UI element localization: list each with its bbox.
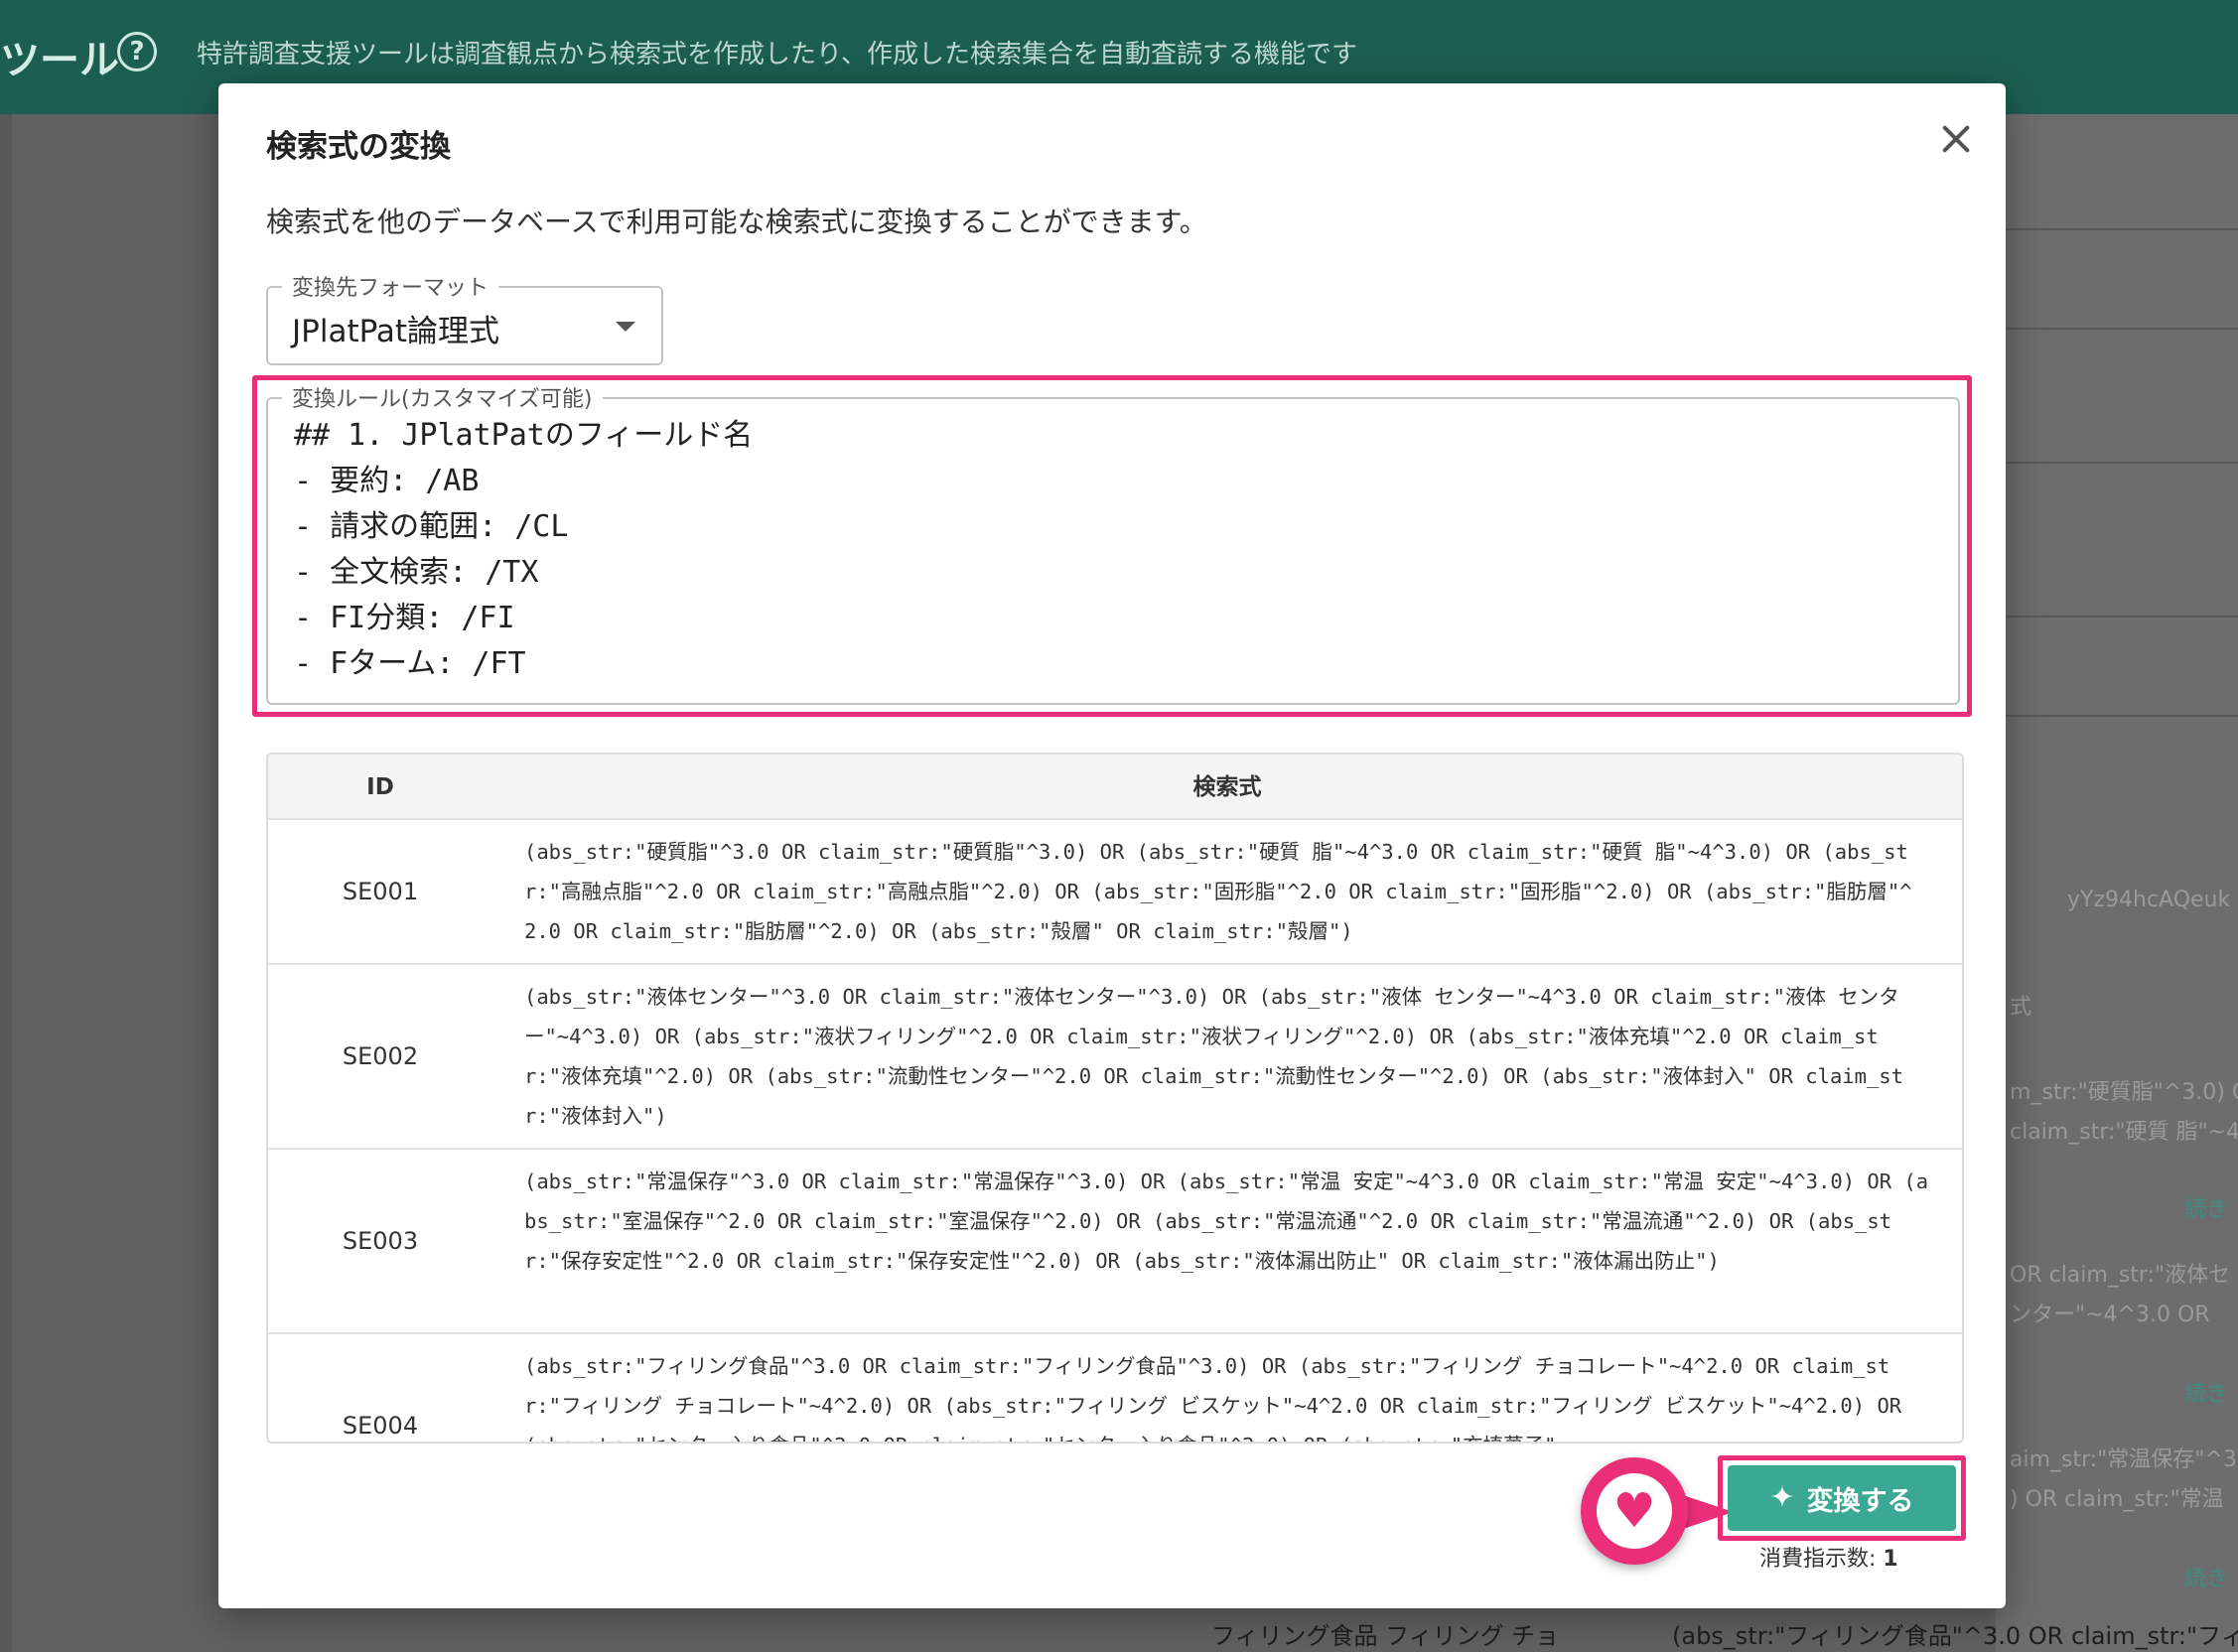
panel-snippet: m_str:"硬質脂"^3.0) C — [2010, 1080, 2238, 1105]
format-select[interactable]: 変換先フォーマット JPlatPat論理式 — [266, 270, 663, 365]
column-header-query: 検索式 — [1192, 774, 1262, 800]
panel-snippet: ンター"~4^3.0 OR — [2010, 1303, 2210, 1327]
question-circle-icon[interactable]: ? — [117, 32, 157, 71]
rules-label: 変換ルール(カスタマイズ可能) — [282, 381, 603, 413]
convert-button-label: 変換する — [1806, 1485, 1914, 1517]
row-id: SE002 — [342, 1042, 419, 1070]
table-row: SE001 (abs_str:"硬質脂"^3.0 OR claim_str:"硬… — [268, 820, 1962, 965]
conversion-rules-textarea[interactable]: 変換ルール(カスタマイズ可能) ## 1. JPlatPatのフィールド名 - … — [266, 381, 1960, 705]
rule-line: - Fターム: /FT — [294, 646, 526, 681]
format-select-value: JPlatPat論理式 — [292, 314, 500, 349]
table-row: SE002 (abs_str:"液体センター"^3.0 OR claim_str… — [268, 965, 1962, 1150]
app-title: ツール — [0, 38, 119, 83]
panel-snippet: ) OR claim_str:"常温 — [2010, 1487, 2224, 1512]
panel-snippet: claim_str:"硬質 脂"~4 — [2010, 1120, 2238, 1145]
convert-button[interactable]: ✦ 変換する — [1728, 1465, 1956, 1531]
background-bottom-text: フィリング食品 フィリング チョ — [1211, 1622, 1560, 1650]
table-header: ID 検索式 — [268, 755, 1962, 820]
rule-line: - 請求の範囲: /CL — [294, 509, 569, 544]
background-side-panel — [1996, 114, 2238, 1652]
row-id: SE001 — [342, 878, 419, 905]
panel-divider — [1996, 616, 2238, 618]
panel-heading: 式 — [2010, 995, 2032, 1020]
background-sidebar — [0, 114, 12, 1652]
row-id: SE004 — [342, 1412, 419, 1440]
rule-line: ## 1. JPlatPatのフィールド名 — [294, 418, 754, 453]
panel-snippet: aim_str:"常温保存"^3 — [2010, 1447, 2237, 1472]
row-id: SE003 — [342, 1227, 419, 1255]
panel-id-text: yYz94hcAQeuk — [2067, 888, 2231, 912]
heart-marker-circle: ♥ — [1581, 1457, 1688, 1565]
format-select-label: 変換先フォーマット — [282, 270, 499, 302]
close-icon[interactable] — [1934, 117, 1978, 161]
table-row: SE003 (abs_str:"常温保存"^3.0 OR claim_str:"… — [268, 1150, 1962, 1334]
query-table[interactable]: ID 検索式 SE001 (abs_str:"硬質脂"^3.0 OR claim… — [266, 753, 1964, 1444]
dialog-title: 検索式の変換 — [266, 129, 451, 165]
consume-value: 1 — [1883, 1547, 1898, 1572]
rule-line: - FI分類: /FI — [294, 601, 515, 635]
heart-icon: ♥ — [1597, 1473, 1672, 1549]
panel-divider — [1996, 228, 2238, 230]
rule-line: - 要約: /AB — [294, 464, 480, 498]
rule-line: - 全文検索: /TX — [294, 555, 539, 590]
row-query: (abs_str:"フィリング食品"^3.0 OR claim_str:"フィリ… — [524, 1354, 1902, 1442]
continue-link[interactable]: 続き — [2184, 1561, 2228, 1592]
convert-query-dialog: 検索式の変換 検索式を他のデータベースで利用可能な検索式に変換することができます… — [218, 83, 2006, 1608]
panel-divider — [1996, 715, 2238, 717]
panel-divider — [1996, 462, 2238, 464]
continue-link[interactable]: 続き — [2184, 1376, 2228, 1408]
consume-label: 消費指示数: — [1759, 1547, 1877, 1572]
consume-count: 消費指示数: 1 — [1759, 1541, 1898, 1573]
row-query: (abs_str:"硬質脂"^3.0 OR claim_str:"硬質脂"^3.… — [524, 840, 1912, 943]
dialog-description: 検索式を他のデータベースで利用可能な検索式に変換することができます。 — [266, 206, 1207, 238]
background-bottom-text: (abs_str:"フィリング食品"^3.0 OR claim_str:"フィ — [1672, 1622, 2238, 1650]
row-query: (abs_str:"常温保存"^3.0 OR claim_str:"常温保存"^… — [524, 1170, 1929, 1273]
table-row: SE004 (abs_str:"フィリング食品"^3.0 OR claim_st… — [268, 1334, 1962, 1442]
panel-snippet: OR claim_str:"液体セ — [2010, 1263, 2231, 1288]
app-description: 特許調査支援ツールは調査観点から検索式を作成したり、作成した検索集合を自動査読す… — [197, 40, 1357, 69]
row-query: (abs_str:"液体センター"^3.0 OR claim_str:"液体セン… — [524, 985, 1903, 1128]
continue-link[interactable]: 続き — [2184, 1191, 2228, 1223]
sparkle-icon: ✦ — [1769, 1480, 1795, 1515]
panel-divider — [1996, 328, 2238, 330]
column-header-id: ID — [366, 774, 394, 800]
chevron-down-icon[interactable] — [616, 322, 635, 332]
